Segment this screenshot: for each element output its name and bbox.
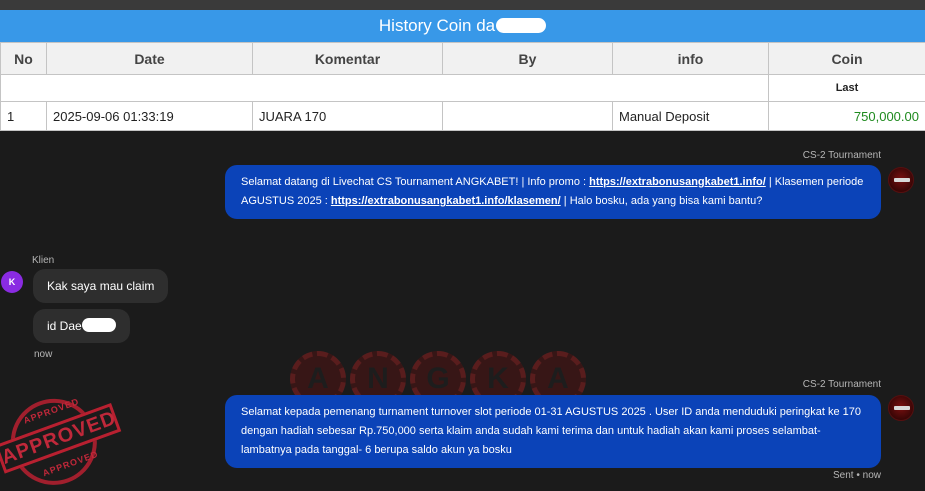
client-message-bubble[interactable]: id Dae bbox=[33, 309, 130, 343]
col-header-no[interactable]: No bbox=[0, 42, 47, 75]
table-row: 1 2025-09-06 01:33:19 JUARA 170 Manual D… bbox=[0, 101, 925, 131]
client-time-label: now bbox=[34, 349, 53, 360]
cell-no: 1 bbox=[0, 101, 47, 131]
history-title-text: History Coin da bbox=[378, 16, 496, 35]
client-name-label: Klien bbox=[32, 255, 55, 266]
last-label: Last bbox=[768, 74, 925, 102]
approved-stamp-icon: APPROVED APPROVED APPROVED bbox=[0, 383, 122, 491]
message-text: Selamat datang di Livechat CS Tournament… bbox=[241, 176, 590, 188]
message-text: | Halo bosku, ada yang bisa kami bantu? bbox=[560, 195, 763, 207]
masked-id bbox=[81, 318, 116, 332]
client-avatar: K bbox=[1, 271, 23, 293]
last-row-spacer bbox=[0, 74, 769, 102]
agent-avatar bbox=[888, 395, 914, 421]
cell-by bbox=[442, 101, 613, 131]
client-message-bubble[interactable]: Kak saya mau claim bbox=[33, 269, 169, 303]
klasemen-link[interactable]: https://extrabonusangkabet1.info/klaseme… bbox=[331, 195, 561, 207]
chat-area[interactable]: A N G K A CS-2 Tournament Selamat datang… bbox=[0, 131, 925, 491]
message-text: Selamat kepada pemenang turnament turnov… bbox=[241, 406, 862, 456]
agent-message-bubble[interactable]: Selamat datang di Livechat CS Tournament… bbox=[225, 165, 881, 219]
message-text: id Dae bbox=[47, 319, 82, 333]
col-header-komentar[interactable]: Komentar bbox=[252, 42, 443, 75]
masked-by bbox=[449, 108, 505, 121]
masked-name bbox=[496, 18, 547, 33]
col-header-date[interactable]: Date bbox=[46, 42, 253, 75]
cell-date: 2025-09-06 01:33:19 bbox=[46, 101, 253, 131]
agent-message-bubble[interactable]: Selamat kepada pemenang turnament turnov… bbox=[225, 395, 881, 468]
message-text: Kak saya mau claim bbox=[47, 279, 155, 293]
agent-name-label: CS-2 Tournament bbox=[802, 150, 881, 161]
agent-avatar bbox=[888, 167, 914, 193]
col-header-info[interactable]: info bbox=[612, 42, 769, 75]
col-header-by[interactable]: By bbox=[442, 42, 613, 75]
sent-status-label: Sent • now bbox=[833, 470, 881, 481]
history-title: History Coin da bbox=[0, 10, 925, 42]
cell-info: Manual Deposit bbox=[612, 101, 769, 131]
agent-name-label: CS-2 Tournament bbox=[802, 379, 881, 390]
promo-link[interactable]: https://extrabonusangkabet1.info/ bbox=[589, 176, 766, 188]
history-table: No Date Komentar By info Coin Last 1 202… bbox=[0, 42, 925, 131]
history-coin-panel: History Coin da No Date Komentar By info… bbox=[0, 10, 925, 131]
cell-komentar: JUARA 170 bbox=[252, 101, 443, 131]
cell-coin: 750,000.00 bbox=[768, 101, 925, 131]
table-last-row: Last bbox=[0, 74, 925, 102]
col-header-coin[interactable]: Coin bbox=[768, 42, 925, 75]
table-header-row: No Date Komentar By info Coin bbox=[0, 42, 925, 75]
